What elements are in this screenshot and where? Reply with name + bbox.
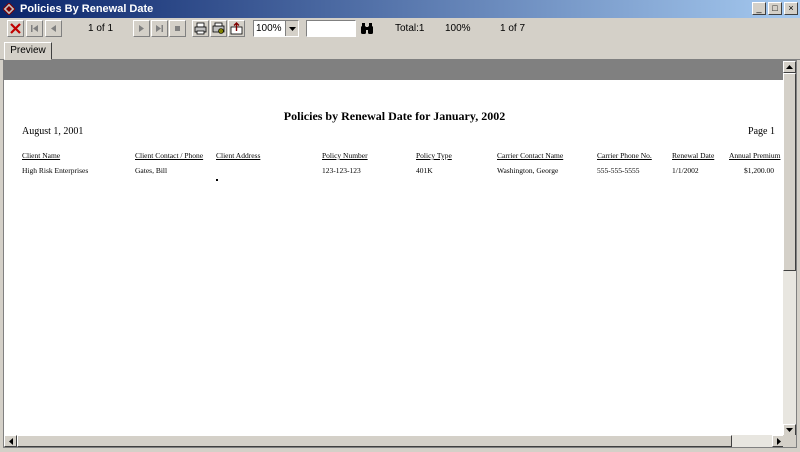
stop-icon — [175, 26, 180, 31]
report-page-number: Page 1 — [748, 126, 775, 137]
scrollbar-corner — [783, 435, 796, 447]
print-setup-icon — [212, 22, 225, 34]
horizontal-scroll-thumb[interactable] — [17, 435, 732, 447]
window-title: Policies By Renewal Date — [20, 3, 154, 15]
row-carrier-phone: 555-555-5555 — [597, 166, 640, 175]
vertical-scroll-thumb[interactable] — [783, 73, 796, 271]
prev-page-icon — [51, 25, 56, 32]
column-header-annual-premium: Annual Premium — [729, 151, 781, 160]
column-header-policy-type: Policy Type — [416, 151, 452, 160]
row-renewal-date: 1/1/2002 — [672, 166, 699, 175]
title-bar: Policies By Renewal Date _ □ × — [0, 0, 800, 18]
search-button[interactable] — [358, 20, 375, 37]
arrow-left-icon — [8, 437, 13, 445]
page-indicator: 1 of 1 — [88, 23, 114, 34]
zoom-select[interactable]: 100% — [253, 20, 299, 37]
close-icon: × — [788, 3, 794, 13]
app-icon — [3, 3, 15, 15]
report-page: Policies by Renewal Date for January, 20… — [4, 80, 785, 436]
minimize-icon: _ — [756, 3, 762, 13]
row-policy-type: 401K — [416, 166, 433, 175]
maximize-button[interactable]: □ — [768, 2, 782, 15]
report-date: August 1, 2001 — [22, 126, 84, 137]
column-header-policy-number: Policy Number — [322, 151, 368, 160]
address-dot — [216, 179, 218, 181]
print-setup-button[interactable] — [210, 20, 227, 37]
print-button[interactable] — [192, 20, 209, 37]
horizontal-scrollbar[interactable] — [4, 435, 785, 447]
column-header-renewal-date: Renewal Date — [672, 151, 715, 160]
last-page-button[interactable] — [151, 20, 168, 37]
row-carrier-contact: Washington, George — [497, 166, 559, 175]
close-report-button[interactable] — [7, 20, 24, 37]
arrow-down-icon — [786, 428, 793, 432]
export-button[interactable] — [228, 20, 245, 37]
print-icon — [194, 22, 207, 35]
arrow-up-icon — [786, 65, 793, 69]
stop-button[interactable] — [169, 20, 186, 37]
row-client-name: High Risk Enterprises — [22, 166, 89, 175]
search-binoculars-icon — [360, 22, 373, 34]
total-label: Total:1 — [395, 23, 425, 34]
report-title: Policies by Renewal Date for January, 20… — [283, 109, 506, 123]
row-client-contact: Gates, Bill — [135, 166, 168, 175]
percent-label: 100% — [445, 23, 471, 34]
column-header-carrier-phone: Carrier Phone No. — [597, 151, 652, 160]
export-icon — [230, 22, 243, 35]
column-header-client-contact: Client Contact / Phone — [135, 151, 204, 160]
minimize-button[interactable]: _ — [752, 2, 766, 15]
search-input[interactable] — [306, 20, 356, 37]
chevron-down-icon — [288, 26, 296, 31]
column-header-carrier-contact: Carrier Contact Name — [497, 151, 564, 160]
tab-preview[interactable]: Preview — [4, 42, 52, 60]
vertical-scrollbar[interactable] — [783, 61, 796, 436]
last-page-icon — [156, 25, 163, 32]
row-policy-number: 123-123-123 — [322, 166, 361, 175]
row-annual-premium: $1,200.00 — [744, 166, 774, 175]
report-header-band — [4, 61, 785, 80]
zoom-dropdown-button[interactable] — [285, 21, 298, 36]
next-page-button[interactable] — [133, 20, 150, 37]
maximize-icon: □ — [772, 3, 778, 13]
zoom-value: 100% — [256, 23, 282, 34]
record-label: 1 of 7 — [500, 23, 526, 34]
close-report-icon — [10, 23, 21, 34]
column-header-client-address: Client Address — [216, 151, 261, 160]
toolbar: 1 of 1 100% Total:1 100% 1 of 7 — [0, 18, 800, 40]
first-page-icon — [31, 25, 38, 32]
tab-strip: Preview — [0, 40, 800, 60]
scroll-left-button[interactable] — [4, 435, 17, 447]
next-page-icon — [139, 25, 144, 32]
report-viewport: Policies by Renewal Date for January, 20… — [3, 60, 797, 448]
first-page-button[interactable] — [26, 20, 43, 37]
prev-page-button[interactable] — [45, 20, 62, 37]
close-window-button[interactable]: × — [784, 2, 798, 15]
column-header-client-name: Client Name — [22, 151, 61, 160]
scroll-up-button[interactable] — [783, 61, 796, 73]
arrow-right-icon — [776, 437, 781, 445]
